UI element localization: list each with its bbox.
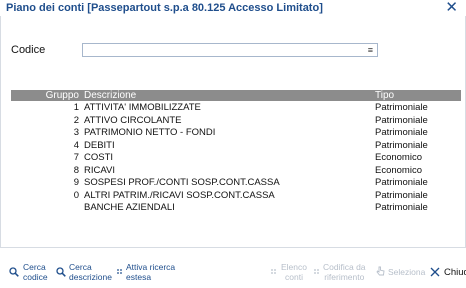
cerca-descrizione-button[interactable]: Cerca descrizione [56, 262, 112, 288]
magnifier-icon [56, 267, 66, 277]
dots-icon [117, 269, 122, 274]
magnifier-icon [9, 267, 19, 277]
close-icon[interactable]: ✕ [445, 0, 458, 17]
cell-descrizione: ATTIVO CIRCOLANTE [84, 114, 182, 126]
cell-descrizione: COSTI [84, 152, 114, 163]
dots-icon [271, 269, 276, 274]
cell-descrizione: ATTIVITA' IMMOBILIZZATE [84, 102, 201, 113]
column-header-descrizione[interactable]: Descrizione [84, 90, 136, 101]
attiva-ricerca-estesa-label: Attiva ricerca estesa [126, 262, 176, 282]
pointer-icon [376, 266, 385, 276]
window-title: Piano dei conti [Passepartout s.p.a 80.1… [6, 2, 323, 14]
codifica-da-riferimento-label: Codifica da riferimento [323, 262, 366, 282]
table-row[interactable]: BANCHE AZIENDALI Patrimoniale [11, 201, 461, 214]
elenco-conti-label: Elenco conti [281, 262, 307, 282]
table-row[interactable]: 1 ATTIVITA' IMMOBILIZZATE Patrimoniale [11, 101, 461, 114]
cell-gruppo: 2 [73, 114, 79, 126]
cell-tipo: Patrimoniale [375, 189, 428, 201]
table-body: 1 ATTIVITA' IMMOBILIZZATE Patrimoniale 2 ATT… [11, 101, 461, 214]
cell-gruppo: 3 [73, 127, 79, 138]
table-row[interactable]: 3 PATRIMONIO NETTO - FONDI Patrimoniale [11, 126, 461, 139]
cell-descrizione: BANCHE AZIENDALI [84, 202, 175, 213]
chiudi-button[interactable]: Chiud [430, 262, 466, 288]
cell-gruppo: 8 [73, 164, 79, 176]
codifica-da-riferimento-button[interactable]: Codifica da riferimento [314, 262, 370, 288]
cell-tipo: Economico [375, 152, 422, 163]
column-header-gruppo[interactable]: Gruppo [11, 90, 79, 101]
cell-tipo: Patrimoniale [375, 202, 428, 213]
close-icon [430, 267, 440, 277]
cell-descrizione: RICAVI [84, 164, 115, 176]
cell-gruppo: 0 [73, 189, 79, 201]
table-row[interactable]: 0 ALTRI PATRIM./RICAVI SOSP.CONT.CASSA Pat… [11, 189, 461, 202]
codice-label: Codice [11, 44, 46, 56]
cell-tipo: Patrimoniale [375, 127, 428, 138]
seleziona-button[interactable]: Seleziona [376, 262, 426, 288]
table-row[interactable]: 7 COSTI Economico [11, 151, 461, 164]
seleziona-label: Seleziona [388, 267, 426, 277]
attiva-ricerca-estesa-button[interactable]: Attiva ricerca estesa [117, 262, 179, 288]
cerca-codice-label: Cerca codice [23, 262, 48, 282]
cell-tipo: Patrimoniale [375, 139, 428, 151]
cell-descrizione: DEBITI [84, 139, 115, 151]
table-header: Gruppo Descrizione Tipo [11, 90, 461, 101]
cell-gruppo: 9 [73, 177, 79, 188]
cell-descrizione: PATRIMONIO NETTO - FONDI [84, 127, 216, 138]
table-row[interactable]: 8 RICAVI Economico [11, 164, 461, 177]
title-bar: Piano dei conti [Passepartout s.p.a 80.1… [0, 0, 466, 17]
dots-icon [314, 269, 319, 274]
elenco-conti-button[interactable]: Elenco conti [271, 262, 307, 288]
bottom-toolbar: Cerca codice Cerca descrizione Attiva ri… [0, 258, 466, 288]
cell-tipo: Patrimoniale [375, 177, 428, 188]
chiudi-label: Chiud [444, 267, 466, 278]
column-header-tipo[interactable]: Tipo [375, 90, 394, 101]
cell-gruppo: 1 [73, 102, 79, 113]
table-row[interactable]: 4 DEBITI Patrimoniale [11, 139, 461, 152]
cell-descrizione: ALTRI PATRIM./RICAVI SOSP.CONT.CASSA [84, 189, 275, 201]
cell-tipo: Patrimoniale [375, 102, 428, 113]
cell-tipo: Patrimoniale [375, 114, 428, 126]
cell-descrizione: SOSPESI PROF./CONTI SOSP.CONT.CASSA [84, 177, 280, 188]
cell-tipo: Economico [375, 164, 422, 176]
accounts-table: Gruppo Descrizione Tipo 1 ATTIVITA' IMMOB… [11, 90, 461, 214]
field-menu-icon[interactable]: ≡ [368, 45, 373, 56]
cerca-codice-button[interactable]: Cerca codice [9, 262, 49, 288]
codice-input[interactable]: ≡ [82, 43, 378, 57]
table-row[interactable]: 9 SOSPESI PROF./CONTI SOSP.CONT.CASSA Patr… [11, 176, 461, 189]
cerca-descrizione-label: Cerca descrizione [69, 262, 112, 282]
table-row[interactable]: 2 ATTIVO CIRCOLANTE Patrimoniale [11, 114, 461, 127]
cell-gruppo: 4 [73, 139, 79, 151]
cell-gruppo: 7 [73, 152, 79, 163]
